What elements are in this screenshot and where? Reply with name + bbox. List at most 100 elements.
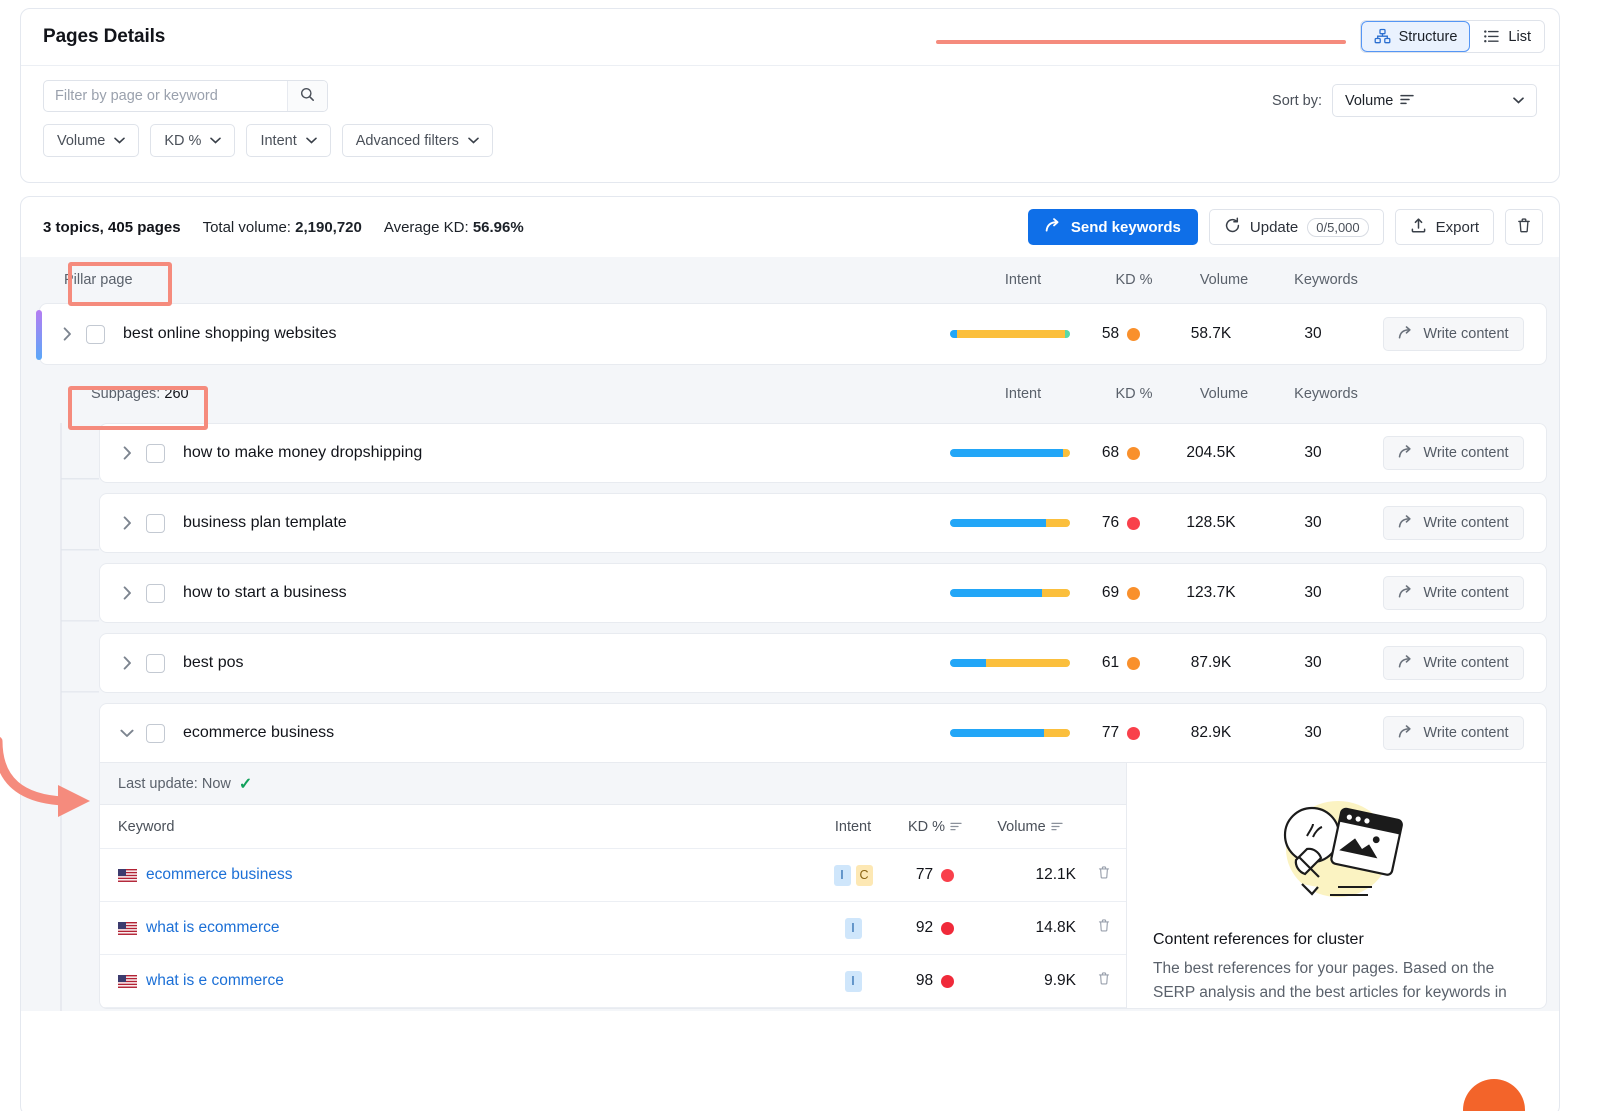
content-references-panel: Content references for cluster The best …	[1126, 763, 1546, 1008]
kw-col-header-kd-label: KD %	[908, 819, 945, 835]
search-button[interactable]	[287, 81, 327, 111]
filter-kd[interactable]: KD %	[150, 124, 235, 157]
subpage-row[interactable]: how to start a business 69 123.7K 30	[99, 563, 1547, 623]
chat-widget-button[interactable]	[1463, 1079, 1525, 1111]
lightbulb-browser-icon	[1252, 789, 1422, 909]
subpage-row-title: business plan template	[183, 514, 347, 532]
update-quota: 0/5,000	[1307, 218, 1368, 237]
chevron-right-icon[interactable]	[54, 327, 80, 341]
keyword-row[interactable]: ecommerce business I C 77 12.1K	[100, 849, 1126, 902]
keyword-link[interactable]: ecommerce business	[146, 866, 292, 884]
col-header-kd: KD %	[1098, 272, 1170, 288]
last-update-label: Last update: Now	[118, 776, 231, 792]
update-label: Update	[1250, 219, 1298, 236]
keyword-delete-button[interactable]	[1082, 865, 1126, 885]
export-button[interactable]: Export	[1395, 209, 1494, 245]
subpage-row-checkbox[interactable]	[146, 444, 165, 463]
filter-advanced[interactable]: Advanced filters	[342, 124, 493, 157]
search-input[interactable]	[44, 81, 287, 111]
keyword-row[interactable]: what is e commerce I 98 9.9K	[100, 955, 1126, 1008]
keyword-volume-value: 12.1K	[978, 866, 1082, 884]
filter-intent-label: Intent	[260, 133, 296, 149]
view-mode-toggle[interactable]: Structure List	[1360, 20, 1545, 53]
chevron-right-icon[interactable]	[114, 586, 140, 600]
keyword-link[interactable]: what is ecommerce	[146, 919, 280, 937]
keyword-intent-badges: I	[814, 971, 892, 992]
pages-details-screen: Pages Details Structure	[0, 0, 1600, 1111]
pillar-volume-value: 58.7K	[1191, 325, 1232, 343]
sort-by: Sort by: Volume	[1272, 84, 1537, 117]
subpages-column-headers: Intent KD % Volume Keywords	[948, 365, 1559, 423]
summary-bar: 3 topics, 405 pages Total volume: 2,190,…	[21, 197, 1559, 257]
subpage-row-checkbox[interactable]	[146, 514, 165, 533]
chevron-right-icon[interactable]	[114, 516, 140, 530]
kd-status-dot	[1127, 328, 1140, 341]
write-content-button[interactable]: Write content	[1383, 716, 1523, 750]
pillar-page-row[interactable]: best online shopping websites 58	[39, 303, 1547, 365]
subpage-kd-cell: 68	[1085, 444, 1157, 462]
subpage-volume-cell: 128.5K	[1157, 514, 1265, 532]
tab-list[interactable]: List	[1470, 21, 1544, 52]
chevron-right-icon[interactable]	[114, 446, 140, 460]
subpage-row-lead: how to start a business	[100, 584, 347, 603]
subpages-header: Subpages: 260	[21, 386, 189, 402]
average-kd: Average KD: 56.96%	[384, 219, 524, 236]
subpage-action-cell: Write content	[1361, 646, 1546, 680]
write-content-label: Write content	[1423, 515, 1508, 531]
keyword-row[interactable]: what is ecommerce I 92 14.8K	[100, 902, 1126, 955]
sort-by-select[interactable]: Volume	[1332, 84, 1537, 117]
trash-icon	[1097, 865, 1111, 885]
subpage-volume-cell: 82.9K	[1157, 724, 1265, 742]
tab-structure[interactable]: Structure	[1361, 21, 1471, 52]
subpage-action-cell: Write content	[1361, 506, 1546, 540]
keyword-delete-button[interactable]	[1082, 971, 1126, 991]
write-content-button[interactable]: Write content	[1383, 436, 1523, 470]
keyword-link[interactable]: what is e commerce	[146, 972, 284, 990]
keyword-delete-button[interactable]	[1082, 918, 1126, 938]
subpage-row-checkbox[interactable]	[146, 584, 165, 603]
filter-volume[interactable]: Volume	[43, 124, 139, 157]
subpage-row-expanded[interactable]: ecommerce business 77 82.9K 30	[99, 703, 1547, 763]
kw-col-header-volume[interactable]: Volume	[978, 819, 1082, 835]
pillar-keywords-value: 30	[1304, 325, 1321, 343]
share-arrow-icon	[1398, 444, 1414, 463]
write-content-button[interactable]: Write content	[1383, 506, 1523, 540]
intent-bar	[950, 729, 1070, 737]
write-content-label: Write content	[1423, 326, 1508, 342]
subpage-row-checkbox[interactable]	[146, 724, 165, 743]
pillar-kd-value: 58	[1102, 325, 1119, 343]
subpage-row-cells: 68 204.5K 30 Write content	[935, 424, 1546, 482]
delete-button[interactable]	[1505, 209, 1543, 245]
write-content-button[interactable]: Write content	[1383, 317, 1523, 351]
subpage-row-checkbox[interactable]	[146, 654, 165, 673]
subpage-kd-cell: 76	[1085, 514, 1157, 532]
filter-intent[interactable]: Intent	[246, 124, 330, 157]
subpage-row[interactable]: business plan template 76 128.5K 30	[99, 493, 1547, 553]
pillar-row-lead: best online shopping websites	[40, 325, 336, 344]
write-content-button[interactable]: Write content	[1383, 646, 1523, 680]
pillar-row-checkbox[interactable]	[86, 325, 105, 344]
kw-col-header-kd[interactable]: KD %	[892, 819, 978, 835]
send-keywords-button[interactable]: Send keywords	[1028, 209, 1198, 245]
chevron-down-icon[interactable]	[114, 729, 140, 738]
write-content-button[interactable]: Write content	[1383, 576, 1523, 610]
subpage-row-title: best pos	[183, 654, 243, 672]
average-kd-value: 56.96%	[473, 219, 524, 236]
chevron-down-icon	[114, 137, 125, 144]
kd-status-dot	[941, 975, 954, 988]
subpage-row[interactable]: best pos 61 87.9K 30	[99, 633, 1547, 693]
subpage-kd-cell: 77	[1085, 724, 1157, 742]
update-button[interactable]: Update 0/5,000	[1209, 209, 1384, 245]
chevron-right-icon[interactable]	[114, 656, 140, 670]
trash-icon	[1097, 971, 1111, 991]
subpage-row[interactable]: how to make money dropshipping 68 204.5K…	[99, 423, 1547, 483]
us-flag-icon	[118, 975, 137, 988]
pillar-row-title: best online shopping websites	[123, 325, 336, 343]
content-references-title: Content references for cluster	[1153, 931, 1364, 949]
subpage-keywords-cell: 30	[1265, 654, 1361, 672]
action-buttons: Send keywords Update 0/5,000	[1028, 209, 1543, 245]
subpage-volume-value: 204.5K	[1186, 444, 1235, 462]
share-arrow-icon	[1398, 514, 1414, 533]
total-volume-label: Total volume:	[203, 219, 291, 236]
search-box[interactable]	[43, 80, 328, 112]
